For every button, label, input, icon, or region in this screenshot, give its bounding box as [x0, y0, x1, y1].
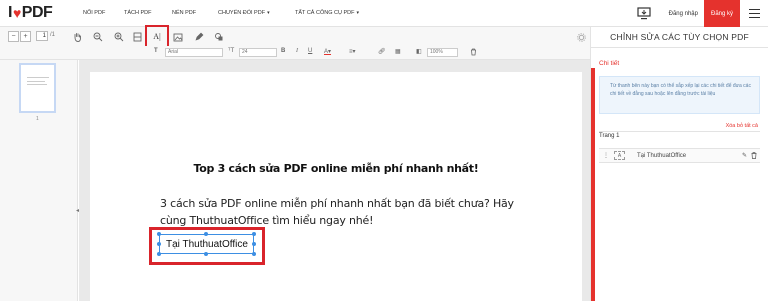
layers-icon[interactable]: ▦ [395, 48, 401, 55]
resize-handle[interactable] [157, 252, 161, 256]
top-bar: I ♥ PDF NỐI PDF TÁCH PDF NÉN PDF CHUYỂN ĐỔ… [0, 0, 768, 27]
italic-icon[interactable]: I [296, 48, 298, 54]
resize-handle[interactable] [252, 232, 256, 236]
zoom-out-icon[interactable] [92, 31, 104, 43]
add-text-tool-button[interactable]: A| [145, 25, 169, 48]
page-thumbnail[interactable] [19, 63, 56, 113]
text-color-icon[interactable]: A▾ [324, 48, 331, 55]
login-button[interactable]: Đăng nhập [663, 0, 704, 27]
page-thumbnails-panel: 1 ◂ [0, 60, 79, 301]
heart-icon: ♥ [12, 5, 21, 21]
opacity-select[interactable]: 100% [427, 48, 458, 57]
opacity-icon[interactable]: ◧ [416, 48, 422, 55]
shapes-icon[interactable] [213, 31, 225, 43]
text-type-icon: A [614, 151, 625, 160]
document-heading: Top 3 cách sửa PDF online miễn phí nhanh… [193, 162, 479, 175]
text-box-highlight: Tại ThuthuatOffice [149, 227, 265, 265]
nav-convert-pdf[interactable]: CHUYỂN ĐỔI PDF ▾ [218, 0, 295, 26]
bold-icon[interactable]: B [281, 48, 285, 54]
trash-icon[interactable] [751, 152, 757, 161]
options-panel: CHỈNH SỬA CÁC TÙY CHỌN PDF Chi tiết Từ t… [590, 27, 768, 301]
drag-handle-icon[interactable]: ⋮ [603, 152, 609, 159]
document-paragraph: 3 cách sửa PDF online miễn phí nhanh nhấ… [160, 197, 514, 227]
caret-down-icon: ▾ [356, 10, 360, 16]
add-text-icon: A| [153, 32, 161, 41]
resize-handle[interactable] [204, 232, 208, 236]
link-icon[interactable]: 🔗︎ [378, 48, 386, 55]
zoom-in-icon[interactable] [113, 31, 125, 43]
active-indicator [591, 68, 595, 301]
document-canvas: Top 3 cách sửa PDF online miễn phí nhanh… [79, 60, 590, 301]
logo-letter: I [8, 4, 12, 21]
logo-text: PDF [21, 4, 53, 21]
resize-handle[interactable] [252, 242, 256, 246]
settings-gear-icon[interactable] [575, 31, 587, 43]
font-size-icon: ᵀT [228, 48, 235, 54]
element-list-item[interactable]: ⋮ A Tại ThuthuatOffice ✎ [599, 148, 760, 163]
pdf-page: Top 3 cách sửa PDF online miễn phí nhanh… [90, 72, 582, 301]
info-box: Từ thanh bên này bạn có thể sắp xếp lại … [599, 76, 760, 114]
thumbnail-page-number: 1 [36, 116, 39, 122]
nav-compress-pdf[interactable]: NÉN PDF [172, 0, 218, 26]
font-icon: T [154, 48, 158, 54]
add-image-icon[interactable] [172, 31, 184, 43]
nav-merge-pdf[interactable]: NỐI PDF [83, 0, 124, 26]
editor-toolbar: − + 1 /1 [0, 27, 590, 46]
clear-all-link[interactable]: Xóa bỏ tất cả [726, 123, 758, 129]
hand-icon[interactable] [71, 31, 83, 43]
main-nav: NỐI PDF TÁCH PDF NÉN PDF CHUYỂN ĐỔI PDF ▾… [80, 0, 359, 26]
resize-handle[interactable] [204, 252, 208, 256]
added-text-box[interactable]: Tại ThuthuatOffice [159, 234, 254, 254]
signup-button[interactable]: Đăng ký [703, 0, 740, 27]
detail-label: Chi tiết [599, 60, 620, 67]
page-prev-button[interactable]: − [8, 31, 19, 42]
hamburger-menu-icon[interactable] [740, 0, 768, 27]
resize-handle[interactable] [252, 252, 256, 256]
align-icon[interactable]: ≡▾ [349, 48, 356, 55]
page-label: Trang 1 [599, 133, 620, 139]
font-family-select[interactable]: Arial [165, 48, 223, 57]
caret-down-icon: ▾ [267, 10, 270, 16]
fit-page-icon[interactable] [131, 31, 143, 43]
underline-icon[interactable]: U [308, 48, 312, 54]
resize-handle[interactable] [157, 242, 161, 246]
page-input[interactable]: 1 [36, 31, 48, 41]
text-format-bar: T Arial ᵀT 24 B I U A▾ ≡▾ 🔗︎ ▦ ◧ 100% [0, 46, 590, 60]
page-next-button[interactable]: + [20, 31, 31, 42]
resize-handle[interactable] [157, 232, 161, 236]
draw-pencil-icon[interactable] [193, 31, 205, 43]
desktop-app-icon[interactable] [633, 3, 655, 25]
logo[interactable]: I ♥ PDF [0, 4, 80, 22]
nav-all-tools[interactable]: TẤT CẢ CÔNG CỤ PDF ▾ [295, 0, 359, 26]
edit-pencil-icon[interactable]: ✎ [742, 152, 747, 159]
delete-icon[interactable] [470, 48, 477, 58]
font-size-select[interactable]: 24 [239, 48, 277, 57]
nav-split-pdf[interactable]: TÁCH PDF [124, 0, 172, 26]
element-label: Tại ThuthuatOffice [637, 153, 687, 159]
panel-title: CHỈNH SỬA CÁC TÙY CHỌN PDF [610, 32, 749, 42]
page-total: /1 [50, 32, 56, 38]
